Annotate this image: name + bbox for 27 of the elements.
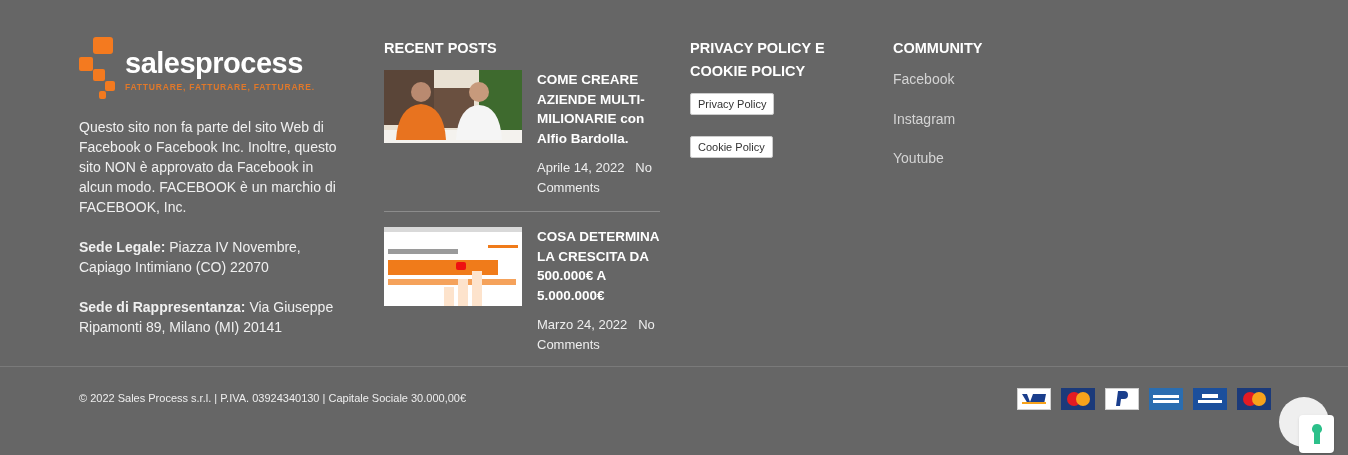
section-heading: RECENT POSTS bbox=[384, 39, 498, 58]
policy-button[interactable]: Privacy Policy bbox=[690, 93, 775, 115]
payment-card-icon bbox=[1105, 387, 1139, 410]
keyhole-icon bbox=[1311, 424, 1322, 444]
payment-card-icon bbox=[1193, 387, 1227, 410]
section-heading: PRIVACY POLICY E COOKIE POLICY bbox=[690, 39, 826, 81]
post-meta: Marzo 24, 2022 No Comments bbox=[537, 316, 656, 354]
post-title-link[interactable]: COSA DETERMINA LA CRESCITA DA 500.000€ A 5.000.000€ bbox=[537, 227, 660, 305]
security-badge-toast[interactable] bbox=[1299, 415, 1334, 453]
post-title-link[interactable]: COME CREARE AZIENDE MULTI-MILIONARIE con Alfio Bardolla. bbox=[537, 70, 660, 148]
community-link[interactable]: Youtube bbox=[893, 148, 983, 168]
community-link[interactable]: Instagram bbox=[893, 108, 983, 129]
policy-button[interactable]: Cookie Policy bbox=[690, 136, 773, 158]
payment-card-icon bbox=[1061, 387, 1095, 410]
disclaimer-text: Questo sito non fa parte del sito Web di Facebook o Facebook Inc. Inoltre, questo sito NON è approvato da Facebook in alcun modo. FACEBOOK è un marchio di FACEBOOK, Inc. bbox=[79, 118, 338, 217]
post-meta: Aprile 14, 2022 No Comments bbox=[537, 159, 653, 197]
copyright-text: © 2022 Sales Process s.r.l. | P.IVA. 03924340130 | Capitale Sociale 30.000,00€ bbox=[79, 391, 467, 407]
address-text: Sede di Rappresentanza: Via Giuseppe Ripamonti 89, Milano (MI) 20141 bbox=[79, 298, 335, 337]
brand-tagline: FATTURARE, FATTURARE, FATTURARE. bbox=[125, 81, 315, 94]
community-link[interactable]: Facebook bbox=[893, 69, 983, 89]
payment-card-icon bbox=[1149, 387, 1183, 410]
logo-icon bbox=[79, 37, 115, 99]
payment-card-icon bbox=[1237, 387, 1271, 410]
address-text: Sede Legale: Piazza IV Novembre, Capiago Intimiano (CO) 22070 bbox=[79, 238, 302, 277]
section-heading: COMMUNITY bbox=[893, 39, 983, 58]
payment-card-icon bbox=[1017, 387, 1051, 410]
brand-name: salesprocess bbox=[125, 47, 304, 79]
